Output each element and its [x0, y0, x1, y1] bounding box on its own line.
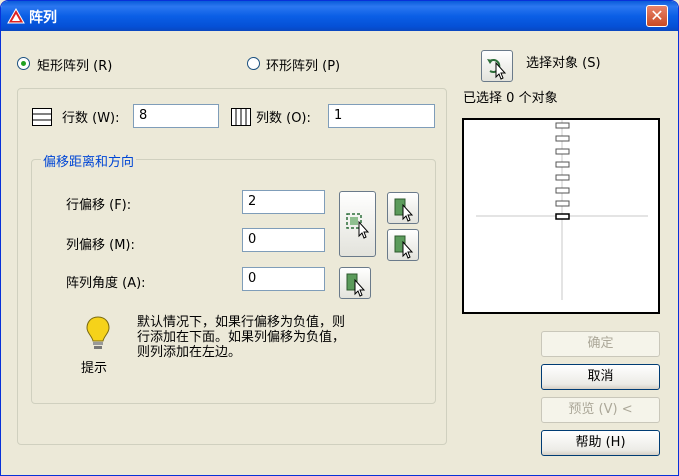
ok-button[interactable]: 确定	[541, 331, 660, 357]
rect-array-label[interactable]: 矩形阵列 (R)	[37, 55, 112, 74]
preview-cell	[555, 213, 570, 220]
pick-row-offset-icon	[394, 198, 414, 222]
polar-array-radio[interactable]	[247, 57, 260, 70]
rows-input[interactable]: 8	[133, 104, 219, 128]
tip-caption: 提示	[81, 361, 108, 376]
selection-status-prefix: 已选择	[463, 91, 503, 106]
autocad-app-icon	[7, 8, 25, 24]
tip-line-2: 行添加在下面。如果列偏移为负值，	[137, 330, 346, 345]
rows-icon	[32, 108, 52, 126]
row-offset-label: 行偏移 (F):	[66, 198, 132, 213]
pick-both-offsets-button[interactable]	[339, 191, 376, 257]
columns-input[interactable]: 1	[328, 104, 435, 128]
selection-count: 0	[506, 91, 515, 106]
column-offset-label: 列偏移 (M):	[66, 238, 135, 253]
preview-cell	[555, 122, 570, 129]
pick-both-offsets-icon	[346, 213, 370, 239]
columns-label: 列数 (O):	[256, 111, 311, 126]
preview-cell	[555, 187, 570, 194]
pick-row-offset-button[interactable]	[387, 192, 419, 224]
select-objects-icon	[487, 59, 507, 80]
help-button[interactable]: 帮助 (H)	[541, 430, 660, 456]
select-objects-button[interactable]	[481, 50, 513, 82]
pick-angle-icon	[346, 273, 366, 297]
tip-text: 默认情况下，如果行偏移为负值，则 行添加在下面。如果列偏移为负值， 则列添加在左…	[137, 315, 427, 360]
tip-line-3: 则列添加在左边。	[137, 345, 242, 360]
title-bar[interactable]: 阵列 ✕	[1, 1, 678, 31]
preview-cell	[555, 161, 570, 168]
selection-status: 已选择 0 个对象	[463, 87, 558, 106]
array-preview	[462, 118, 660, 314]
row-offset-input[interactable]: 2	[242, 190, 325, 214]
lightbulb-icon	[86, 316, 110, 349]
array-angle-input[interactable]: 0	[242, 267, 325, 291]
preview-cell	[555, 148, 570, 155]
column-offset-input[interactable]: 0	[242, 228, 325, 252]
columns-icon	[231, 108, 251, 126]
preview-cell	[555, 135, 570, 142]
array-dialog: 阵列 ✕ 矩形阵列 (R) 环形阵列 (P) 选择对象 (S) 已选择 0 个对…	[0, 0, 679, 476]
preview-cell	[555, 200, 570, 207]
window-title: 阵列	[29, 10, 57, 26]
polar-array-label[interactable]: 环形阵列 (P)	[266, 55, 340, 74]
close-button[interactable]: ✕	[646, 5, 668, 27]
cancel-button[interactable]: 取消	[541, 364, 660, 390]
array-angle-label: 阵列角度 (A):	[66, 276, 146, 291]
pick-column-offset-button[interactable]	[387, 229, 419, 261]
preview-cell	[555, 174, 570, 181]
tip-line-1: 默认情况下，如果行偏移为负值，则	[137, 315, 346, 330]
selection-status-suffix: 个对象	[518, 91, 558, 106]
rows-label: 行数 (W):	[62, 111, 120, 126]
pick-column-offset-icon	[394, 235, 414, 259]
array-preview-drawing	[476, 120, 648, 300]
offset-group-title: 偏移距离和方向	[41, 151, 137, 170]
pick-angle-button[interactable]	[339, 267, 371, 299]
preview-button[interactable]: 预览 (V) <	[541, 397, 660, 423]
rect-array-radio[interactable]	[17, 57, 30, 70]
select-objects-label: 选择对象 (S)	[526, 56, 601, 71]
